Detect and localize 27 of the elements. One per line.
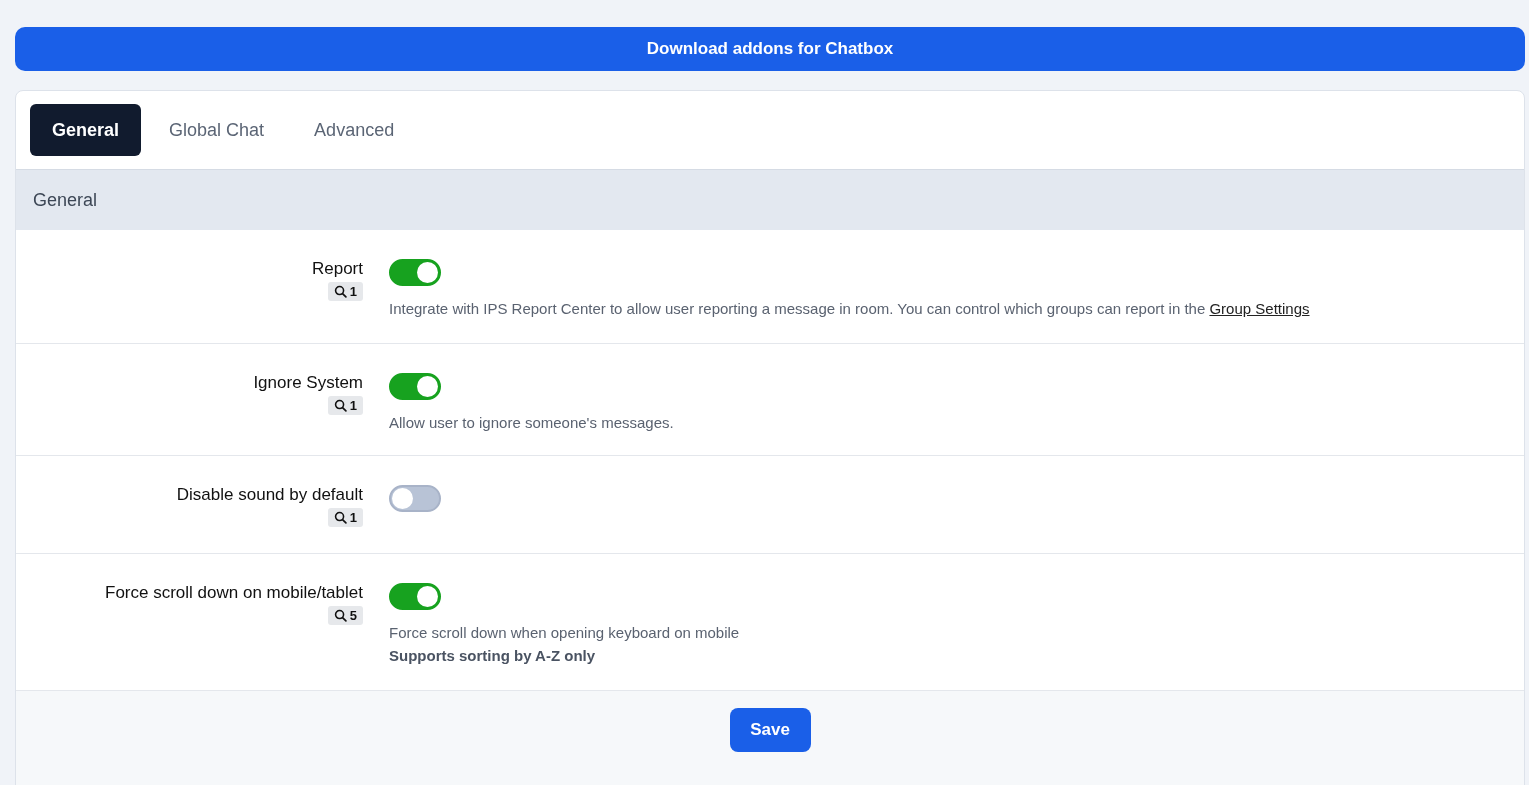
search-icon	[333, 511, 347, 524]
group-settings-link[interactable]: Group Settings	[1209, 300, 1310, 317]
download-addons-button[interactable]: Download addons for Chatbox	[15, 27, 1525, 71]
setting-label: Report	[311, 259, 363, 279]
toggle-switch[interactable]	[389, 373, 441, 400]
search-icon	[333, 399, 347, 412]
save-button[interactable]: Save	[729, 708, 811, 752]
tab[interactable]: Global Chat	[147, 104, 287, 156]
setting-description: Integrate with IPS Report Center to allow user reporting a message in room. You can control which groups can report in the Group Settings	[389, 300, 1310, 317]
search-icon	[333, 609, 347, 622]
setting-description: Force scroll down when opening keyboard on mobile	[389, 624, 740, 641]
section-title: General	[33, 189, 98, 211]
tab[interactable]: General	[30, 104, 142, 156]
toggle-switch[interactable]	[389, 259, 441, 286]
setting-label: Force scroll down on mobile/tablet	[105, 583, 363, 603]
setting-label: Ignore System	[253, 373, 363, 393]
setting-note: Supports sorting by A-Z only	[389, 647, 596, 664]
setting-description: Allow user to ignore someone's messages.	[389, 414, 674, 431]
setting-label: Disable sound by default	[176, 485, 363, 505]
toggle-switch[interactable]	[389, 485, 441, 512]
search-icon	[333, 285, 347, 298]
count-text: 5	[349, 608, 357, 623]
tab[interactable]: Advanced	[292, 104, 417, 156]
count-text: 1	[349, 398, 357, 413]
count-text: 1	[349, 284, 357, 299]
toggle-switch[interactable]	[389, 583, 441, 610]
count-text: 1	[349, 510, 357, 525]
